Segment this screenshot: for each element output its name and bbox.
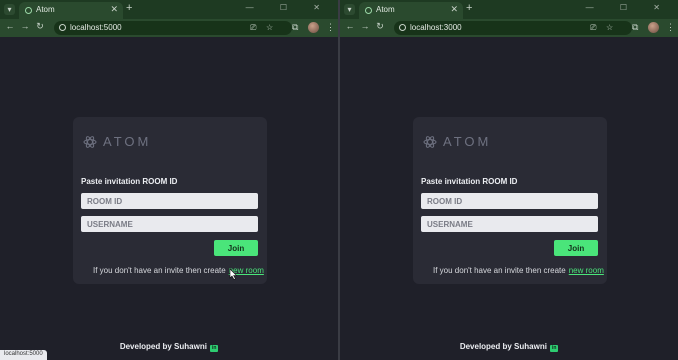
join-room-card: ATOM Paste invitation ROOM ID Join If yo… [73, 117, 267, 284]
tab-title: Atom [36, 5, 55, 14]
back-icon[interactable]: ← [344, 21, 356, 31]
browser-toolbar: ← → ↻ localhost:3000 ⎚ ☆ ⧉ ⋮ [340, 19, 678, 37]
card-heading: Paste invitation ROOM ID [81, 177, 178, 186]
join-button[interactable]: Join [554, 240, 598, 256]
page-content: ATOM Paste invitation ROOM ID Join If yo… [340, 37, 678, 360]
footer-credit: Developed by Suhawni in [340, 342, 678, 352]
tab-search-button[interactable]: ▾ [4, 4, 15, 15]
footer-text: Developed by Suhawni [119, 342, 207, 351]
window-controls[interactable]: — ☐ ✕ [246, 3, 332, 12]
invite-hint-text: If you don't have an invite then create [433, 266, 566, 275]
site-info-icon[interactable] [59, 24, 66, 31]
tab-search-button[interactable]: ▾ [344, 4, 355, 15]
tab-atom[interactable]: Atom ✕ [359, 2, 463, 19]
tab-strip: ▾ Atom ✕ + — ☐ ✕ [0, 0, 338, 19]
logo-text: ATOM [103, 134, 152, 149]
address-bar[interactable]: localhost:3000 ⎚ ☆ [394, 21, 632, 35]
extensions-icon[interactable]: ⧉ [632, 22, 638, 33]
new-tab-button[interactable]: + [466, 2, 472, 14]
profile-avatar[interactable] [308, 22, 319, 33]
bookmark-star-icon[interactable]: ☆ [606, 23, 613, 32]
logo-text: ATOM [443, 134, 492, 149]
join-button[interactable]: Join [214, 240, 258, 256]
linkedin-icon[interactable]: in [210, 345, 219, 352]
forward-icon[interactable]: → [359, 21, 371, 31]
new-tab-button[interactable]: + [126, 2, 132, 14]
tab-close-icon[interactable]: ✕ [110, 4, 118, 15]
atom-favicon-icon [365, 7, 372, 14]
window-controls[interactable]: — ☐ ✕ [586, 3, 672, 12]
atom-logo-icon [83, 136, 97, 148]
card-heading: Paste invitation ROOM ID [421, 177, 518, 186]
bookmark-star-icon[interactable]: ☆ [266, 23, 273, 32]
footer-credit: Developed by Suhawni in [0, 342, 338, 352]
tab-atom[interactable]: Atom ✕ [19, 2, 123, 19]
username-input[interactable] [421, 216, 598, 232]
invite-hint: If you don't have an invite then create n… [433, 266, 604, 275]
room-id-input[interactable] [421, 193, 598, 209]
tab-strip: ▾ Atom ✕ + — ☐ ✕ [340, 0, 678, 19]
reload-icon[interactable]: ↻ [374, 21, 386, 32]
page-content: ATOM Paste invitation ROOM ID Join If yo… [0, 37, 338, 360]
cast-icon[interactable]: ⎚ [590, 23, 596, 33]
address-url[interactable]: localhost:5000 [70, 23, 122, 32]
join-room-card: ATOM Paste invitation ROOM ID Join If yo… [413, 117, 607, 284]
extensions-icon[interactable]: ⧉ [292, 22, 298, 33]
profile-avatar[interactable] [648, 22, 659, 33]
site-info-icon[interactable] [399, 24, 406, 31]
cast-icon[interactable]: ⎚ [250, 23, 256, 33]
browser-window-right: ▾ Atom ✕ + — ☐ ✕ ← → ↻ localhost:3000 ⎚ … [340, 0, 678, 360]
reload-icon[interactable]: ↻ [34, 21, 46, 32]
new-room-link[interactable]: new room [569, 266, 604, 275]
atom-favicon-icon [25, 7, 32, 14]
room-id-input[interactable] [81, 193, 258, 209]
address-bar[interactable]: localhost:5000 ⎚ ☆ [54, 21, 292, 35]
status-bar-url: localhost:5000 [0, 350, 47, 360]
back-icon[interactable]: ← [4, 21, 16, 31]
browser-window-left: ▾ Atom ✕ + — ☐ ✕ ← → ↻ localhost:5000 ⎚ … [0, 0, 338, 360]
browser-toolbar: ← → ↻ localhost:5000 ⎚ ☆ ⧉ ⋮ [0, 19, 338, 37]
tab-close-icon[interactable]: ✕ [450, 4, 458, 15]
username-input[interactable] [81, 216, 258, 232]
mouse-pointer-icon [229, 269, 237, 280]
more-menu-icon[interactable]: ⋮ [666, 22, 675, 33]
tab-title: Atom [376, 5, 395, 14]
address-url[interactable]: localhost:3000 [410, 23, 462, 32]
atom-logo-icon [423, 136, 437, 148]
more-menu-icon[interactable]: ⋮ [326, 22, 335, 33]
footer-text: Developed by Suhawni [459, 342, 547, 351]
linkedin-icon[interactable]: in [550, 345, 559, 352]
invite-hint-text: If you don't have an invite then create [93, 266, 226, 275]
invite-hint: If you don't have an invite then create n… [93, 266, 264, 275]
forward-icon[interactable]: → [19, 21, 31, 31]
